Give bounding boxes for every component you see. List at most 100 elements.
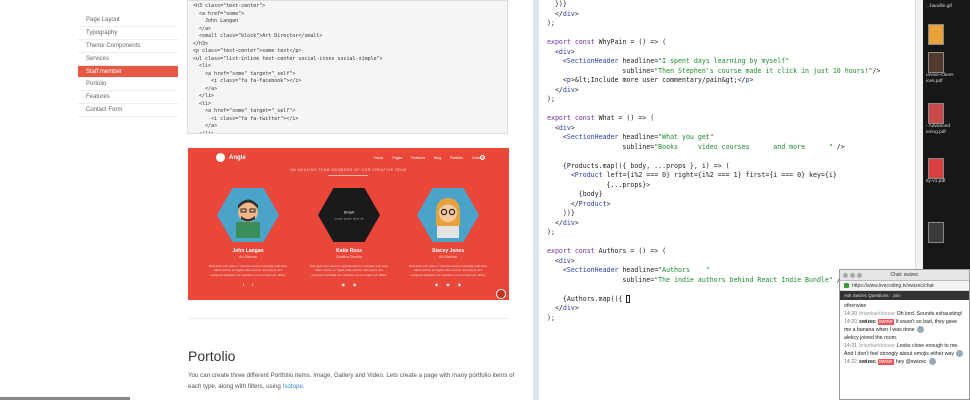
code-line[interactable]	[547, 29, 880, 39]
code-line[interactable]: ))}	[547, 209, 880, 219]
message-user[interactable]: swizec	[859, 359, 876, 365]
desktop-file[interactable]: - Advanced ening.pdf	[926, 103, 966, 136]
message-text: alekcy joined the room.	[844, 335, 898, 341]
sidebar-item-contact-form[interactable]: Contact Form	[78, 104, 178, 118]
chat-url-bar[interactable]: https://www.livecoding.tv/swizec/chat	[840, 281, 969, 291]
code-line[interactable]: <div>	[547, 48, 880, 58]
member-name: John Langan	[232, 248, 264, 254]
chat-url: https://www.livecoding.tv/swizec/chat	[852, 282, 934, 289]
member-photo	[217, 188, 279, 242]
message-user[interactable]: swizec	[859, 319, 876, 325]
sidebar-item-staff-member[interactable]: Staff member	[78, 65, 178, 79]
preview-logo-text: Angle	[229, 154, 246, 161]
message-time: 14:20	[844, 311, 857, 317]
section-description: You can create three different Portfolio…	[188, 370, 518, 392]
code-line[interactable]: );	[547, 19, 880, 29]
code-line[interactable]: export const What = () => (	[547, 114, 880, 124]
code-line[interactable]: </div>	[547, 10, 880, 20]
desktop-file[interactable]: ity-v1.pdf	[926, 158, 966, 185]
desktop-file[interactable]	[926, 24, 966, 45]
code-line[interactable]: export const Authors = () => (	[547, 247, 880, 257]
desktop-file[interactable]: urvive-Client-ices.pdf	[926, 52, 966, 85]
code-line[interactable]	[547, 285, 880, 295]
code-line[interactable]: subline="The indie authors behind React …	[547, 276, 880, 286]
code-line[interactable]: {...props}>	[547, 181, 880, 191]
message-user[interactable]: brianbarkhouse	[859, 343, 895, 349]
code-line[interactable]: <div>	[547, 124, 880, 134]
sidebar-item-typography[interactable]: Typography	[78, 27, 178, 40]
code-line[interactable]: <SectionHeader headline="What you get"	[547, 133, 880, 143]
file-thumbnail	[928, 52, 944, 73]
sidebar-item-portolio[interactable]: Portolio	[78, 78, 178, 92]
member-role: Art Director	[239, 255, 257, 259]
code-line[interactable]: </Product>	[547, 200, 880, 210]
editor-text[interactable]: })} </div>); export const WhyPain = () =…	[547, 0, 880, 323]
member-name: Katie Ross	[336, 248, 362, 254]
member-photo: Smart Lorem ipsum dolor sit	[318, 188, 380, 242]
chat-messages: otherwise 14:20 brianbarkhouse Oh lord. Sou…	[840, 300, 969, 366]
code-line[interactable]: </div>	[547, 304, 880, 314]
preview-nav-item: Features	[411, 156, 426, 160]
social-icon: ◉	[353, 281, 357, 287]
sidebar-item-page-layout[interactable]: Page Layout	[78, 14, 178, 27]
code-line[interactable]	[547, 238, 880, 248]
avatar-icon	[436, 198, 460, 238]
code-line[interactable]: {Authors.map(({	[547, 294, 880, 305]
chat-header: Ask Swizec Questions · Join	[840, 291, 969, 300]
code-line[interactable]: </div>	[547, 219, 880, 229]
code-line[interactable]: );	[547, 228, 880, 238]
divider	[328, 175, 368, 176]
sidebar-item-theme-components[interactable]: Theme Components	[78, 40, 178, 53]
avatar	[928, 358, 936, 366]
lock-icon	[844, 283, 849, 288]
code-line[interactable]: subline="Books video courses and more " …	[547, 143, 880, 153]
code-line[interactable]: {Products.map(({ body, ...props }, i) =>…	[547, 162, 880, 172]
code-line[interactable]	[547, 152, 880, 162]
file-thumbnail	[928, 222, 944, 243]
code-line[interactable]: );	[547, 314, 880, 324]
chat-title: Chat: swizec	[890, 272, 919, 278]
message-user[interactable]: brianbarkhouse	[859, 311, 895, 317]
member-social-icons: ◉ ◉ ◉	[402, 282, 494, 287]
code-sample: <h3 class="text-center"> <a href="some">…	[187, 0, 508, 134]
code-line[interactable]: );	[547, 95, 880, 105]
preview-nav-item: Home	[374, 156, 384, 160]
social-icon: ◉	[446, 281, 450, 287]
avatar	[916, 326, 924, 334]
code-line[interactable]: <Product left={i%2 === 0} right={i%2 ===…	[547, 171, 880, 181]
avatar	[956, 350, 963, 358]
code-line[interactable]: <p>&lt;Include more user commentary/pain…	[547, 76, 880, 86]
browser-pane: Page Layout Typography Theme Components …	[0, 0, 533, 400]
team-member: John Langan Art Director Duis aute irure…	[202, 188, 294, 287]
facebook-icon: f	[242, 281, 244, 287]
desktop-file[interactable]: ...handlin.gif	[926, 4, 966, 10]
file-label: ity-v1.pdf	[926, 179, 946, 184]
social-icon: ◉	[457, 281, 462, 287]
code-line[interactable]: })}	[547, 0, 880, 10]
isotope-link[interactable]: Isotope	[283, 383, 303, 390]
desktop-file[interactable]	[926, 222, 966, 243]
code-line[interactable]: <SectionHeader headline="I spent days le…	[547, 57, 880, 67]
sidebar-item-services[interactable]: Services	[78, 53, 178, 66]
hover-title: Smart	[343, 209, 355, 215]
hover-subtitle: Lorem ipsum dolor sit	[334, 216, 364, 221]
code-line[interactable]: </div>	[547, 86, 880, 96]
chat-message: otherwise	[844, 302, 965, 310]
message-text: hey @swizec	[895, 359, 927, 365]
section-divider	[188, 318, 509, 319]
sidebar-item-features[interactable]: Features	[78, 91, 178, 105]
docs-sidebar: Page Layout Typography Theme Components …	[78, 14, 178, 118]
member-social-icons: ◉ ◉	[303, 282, 395, 287]
code-line[interactable]: <SectionHeader headline="Authors "	[547, 266, 880, 276]
file-thumbnail	[928, 24, 944, 45]
member-photo	[417, 188, 479, 242]
code-line[interactable]: <div>	[547, 257, 880, 267]
chat-titlebar[interactable]: Chat: swizec	[840, 270, 969, 281]
code-line[interactable]	[547, 105, 880, 115]
code-line[interactable]: export const WhyPain = () => (	[547, 38, 880, 48]
chat-window[interactable]: Chat: swizec https://www.livecoding.tv/s…	[839, 269, 970, 400]
member-bio: Duis aute irure dolor in reprehenderit i…	[309, 264, 389, 277]
code-line[interactable]: {body}	[547, 190, 880, 200]
social-icon: ◉	[341, 281, 346, 287]
code-line[interactable]: subline="Then Stephen's course made it c…	[547, 67, 880, 77]
